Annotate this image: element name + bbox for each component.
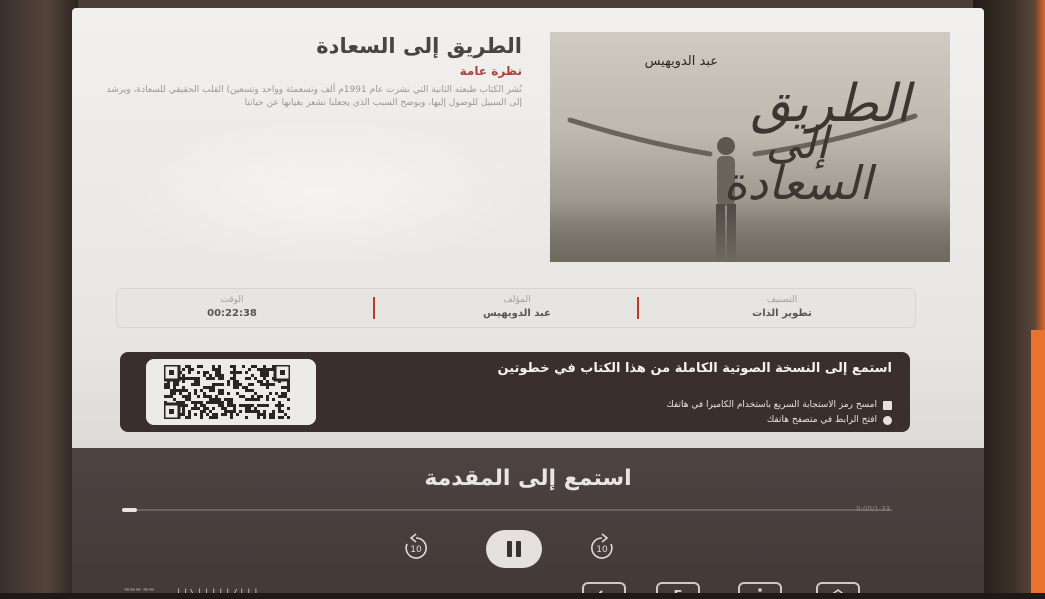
forward-10-button[interactable]: 10 bbox=[584, 530, 620, 566]
pause-icon-bar bbox=[516, 541, 521, 557]
info-separator bbox=[373, 297, 375, 319]
pause-icon bbox=[507, 541, 512, 557]
play-circle-icon bbox=[883, 415, 892, 425]
full-audio-card: استمع إلى النسخة الصوتية الكاملة من هذا … bbox=[120, 352, 910, 432]
qr-code-icon bbox=[164, 365, 290, 419]
kiosk-bezel-left bbox=[0, 0, 78, 599]
rewind-10-button[interactable]: 10 bbox=[398, 530, 434, 566]
rewind-label: 10 bbox=[410, 545, 422, 555]
book-title: الطريق إلى السعادة bbox=[316, 34, 522, 58]
audio-player: استمع إلى المقدمة 0:00/1:33 10 10 ▬▬▬ ▬▬… bbox=[72, 448, 984, 599]
kiosk-orange-edge bbox=[1031, 330, 1045, 599]
kiosk-screen: عبد الدويهيس الطريق إلى السعادة الطريق إ… bbox=[72, 8, 984, 599]
qr-code-box bbox=[146, 359, 316, 425]
info-author: المؤلف عبد الدويهيس bbox=[442, 295, 592, 319]
pause-button[interactable] bbox=[486, 530, 542, 568]
audio-step-open: افتح الرابط في متصفح هاتفك bbox=[767, 415, 892, 425]
info-author-value: عبد الدويهيس bbox=[483, 308, 551, 319]
cover-road bbox=[550, 202, 950, 262]
forward-label: 10 bbox=[596, 545, 608, 555]
info-category-value: تطوير الذات bbox=[752, 308, 812, 319]
audio-step-open-text: افتح الرابط في متصفح هاتفك bbox=[766, 415, 877, 425]
info-separator bbox=[637, 297, 639, 319]
info-time-value: 00:22:38 bbox=[207, 308, 257, 319]
audio-step-scan: امسح رمز الاستجابة السريع باستخدام الكام… bbox=[666, 400, 892, 410]
progress-time: 0:00/1:33 bbox=[856, 505, 890, 513]
screen-glare bbox=[112, 118, 532, 268]
overview-label: نظرة عامة bbox=[459, 64, 522, 78]
info-category: التصنيف تطوير الذات bbox=[707, 295, 857, 319]
info-author-label: المؤلف bbox=[503, 295, 531, 305]
overview-text: نُشر الكتاب طبعته الثانية التي نشرت عام … bbox=[106, 85, 523, 108]
book-info-bar: الوقت 00:22:38 المؤلف عبد الدويهيس التصن… bbox=[116, 288, 916, 328]
progress-bar[interactable] bbox=[122, 508, 892, 512]
progress-fill bbox=[122, 508, 138, 512]
info-time: الوقت 00:22:38 bbox=[157, 295, 307, 319]
info-time-label: الوقت bbox=[220, 295, 244, 305]
full-audio-title: استمع إلى النسخة الصوتية الكاملة من هذا … bbox=[497, 361, 893, 376]
info-category-label: التصنيف bbox=[766, 295, 798, 305]
book-cover: عبد الدويهيس الطريق إلى السعادة bbox=[550, 32, 950, 262]
cover-author: عبد الدويهيس bbox=[644, 54, 718, 69]
kiosk-bezel-bottom bbox=[0, 593, 1045, 599]
audio-step-scan-text: امسح رمز الاستجابة السريع باستخدام الكام… bbox=[666, 400, 877, 410]
player-title: استمع إلى المقدمة bbox=[424, 466, 632, 491]
qr-scan-icon bbox=[883, 400, 892, 410]
